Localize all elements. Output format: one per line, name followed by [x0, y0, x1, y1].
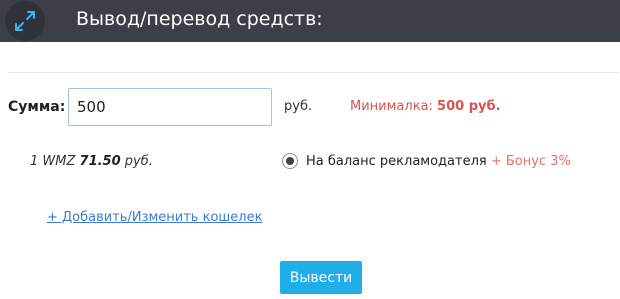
rate-prefix: 1 WMZ [30, 154, 76, 169]
add-edit-wallet-link[interactable]: + Добавить/Изменить кошелек [47, 210, 262, 225]
page-title: Вывод/перевод средств: [76, 8, 323, 30]
withdraw-button[interactable]: Вывести [280, 261, 362, 294]
amount-input[interactable] [68, 88, 272, 126]
rate-unit: руб. [124, 154, 153, 169]
amount-label: Сумма: [8, 99, 66, 115]
minimum-label: Минималка: [350, 99, 433, 114]
radio-label: На баланс рекламодателя + Бонус 3% [306, 154, 571, 169]
section-divider [8, 72, 618, 73]
currency-unit: руб. [284, 99, 313, 114]
arrows-diagonal-icon [5, 1, 45, 41]
minimum-value: 500 руб. [437, 99, 501, 114]
radio-button[interactable] [282, 153, 298, 169]
page-header: Вывод/перевод средств: [0, 0, 620, 42]
rate-value: 71.50 [79, 154, 121, 169]
bonus-label: + Бонус 3% [490, 154, 571, 169]
radio-selected-dot [286, 157, 294, 165]
minimum-amount-note: Минималка: 500 руб. [350, 99, 501, 114]
option-label: На баланс рекламодателя [306, 154, 487, 169]
exchange-rate: 1 WMZ 71.50 руб. [30, 154, 153, 169]
